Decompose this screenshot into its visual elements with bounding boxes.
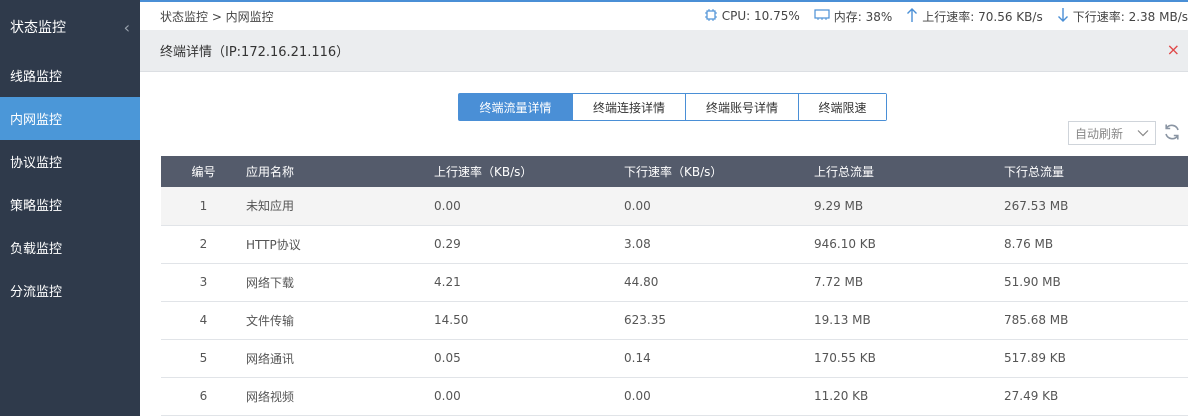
table-row: 4 文件传输 14.50 623.35 19.13 MB 785.68 MB xyxy=(161,301,1188,340)
system-stats: CPU: 10.75% 内存: 38% 上行速率: 70.56 KB/s 下行速… xyxy=(690,2,1188,30)
table-cell: 1 xyxy=(161,187,246,226)
arrow-up-icon xyxy=(906,7,918,26)
col-header-down-rate: 下行速率（KB/s） xyxy=(624,156,814,187)
table-cell: 3 xyxy=(161,263,246,302)
table-cell: 44.80 xyxy=(624,263,814,302)
sidebar-item-label: 负载监控 xyxy=(10,242,63,257)
table-cell: 网络下载 xyxy=(246,263,434,302)
auto-refresh-label: 自动刷新 xyxy=(1075,126,1124,141)
sidebar-item-line-monitor[interactable]: 线路监控 xyxy=(0,54,140,97)
table-cell: 9.29 MB xyxy=(814,187,1004,226)
table-cell: 11.20 KB xyxy=(814,377,1004,416)
arrow-down-icon xyxy=(1057,7,1069,26)
table-cell: 785.68 MB xyxy=(1004,301,1188,340)
col-header-app-name: 应用名称 xyxy=(246,156,434,187)
table-cell: 未知应用 xyxy=(246,187,434,226)
table-cell: 27.49 KB xyxy=(1004,377,1188,416)
download-stat: 下行速率: 2.38 MB/s xyxy=(1057,7,1188,26)
breadcrumb: 状态监控 > 内网监控 xyxy=(160,9,274,24)
cpu-icon xyxy=(704,8,718,25)
collapse-sidebar-icon[interactable]: ‹ xyxy=(124,18,130,37)
sidebar-item-protocol-monitor[interactable]: 协议监控 xyxy=(0,140,140,183)
page-title: 终端详情（IP:172.16.21.116） xyxy=(160,45,350,60)
table-cell: 0.14 xyxy=(624,339,814,378)
table-cell: 网络视频 xyxy=(246,377,434,416)
table-cell: 0.29 xyxy=(434,225,624,264)
detail-tabs: 终端流量详情 终端连接详情 终端账号详情 终端限速 xyxy=(458,93,887,121)
memory-icon xyxy=(814,8,830,25)
memory-text: 内存: 38% xyxy=(833,9,893,24)
sidebar-item-load-monitor[interactable]: 负载监控 xyxy=(0,226,140,269)
table-cell: 170.55 KB xyxy=(814,339,1004,378)
table-cell: 3.08 xyxy=(624,225,814,264)
table-cell: 0.00 xyxy=(624,187,814,226)
sidebar-item-lan-monitor[interactable]: 内网监控 xyxy=(0,97,140,140)
table-cell: 14.50 xyxy=(434,301,624,340)
download-text: 下行速率: 2.38 MB/s xyxy=(1072,9,1188,24)
sidebar-item-label: 线路监控 xyxy=(10,70,63,85)
tab-account-detail[interactable]: 终端账号详情 xyxy=(685,94,798,120)
memory-stat: 内存: 38% xyxy=(814,8,893,25)
traffic-table: 编号 应用名称 上行速率（KB/s） 下行速率（KB/s） 上行总流量 下行总流… xyxy=(161,156,1188,416)
tab-traffic-detail[interactable]: 终端流量详情 xyxy=(459,94,572,120)
table-row: 1 未知应用 0.00 0.00 9.29 MB 267.53 MB xyxy=(161,187,1188,226)
top-bar: 状态监控 > 内网监控 CPU: 10.75% 内存: 38% 上行速率: 70… xyxy=(140,0,1188,30)
table-cell: 517.89 KB xyxy=(1004,339,1188,378)
table-cell: 2 xyxy=(161,225,246,264)
upload-text: 上行速率: 70.56 KB/s xyxy=(922,9,1043,24)
table-cell: 6 xyxy=(161,377,246,416)
sidebar-title: 状态监控 xyxy=(10,20,66,36)
table-cell: 0.00 xyxy=(434,377,624,416)
tab-rate-limit[interactable]: 终端限速 xyxy=(798,94,886,120)
table-cell: 0.00 xyxy=(624,377,814,416)
table-cell: 7.72 MB xyxy=(814,263,1004,302)
sidebar-item-split-monitor[interactable]: 分流监控 xyxy=(0,269,140,312)
table-row: 2 HTTP协议 0.29 3.08 946.10 KB 8.76 MB xyxy=(161,225,1188,264)
chevron-down-icon xyxy=(1137,126,1149,140)
table-header-row: 编号 应用名称 上行速率（KB/s） 下行速率（KB/s） 上行总流量 下行总流… xyxy=(161,156,1188,187)
sidebar-item-policy-monitor[interactable]: 策略监控 xyxy=(0,183,140,226)
table-cell: 4 xyxy=(161,301,246,340)
table-cell: 文件传输 xyxy=(246,301,434,340)
page-header: 终端详情（IP:172.16.21.116） × xyxy=(140,30,1188,72)
table-row: 5 网络通讯 0.05 0.14 170.55 KB 517.89 KB xyxy=(161,339,1188,378)
tab-connection-detail[interactable]: 终端连接详情 xyxy=(572,94,685,120)
table-cell: 0.05 xyxy=(434,339,624,378)
main-content: 终端流量详情 终端连接详情 终端账号详情 终端限速 自动刷新 编号 应用名称 上… xyxy=(140,72,1188,416)
table-cell: 4.21 xyxy=(434,263,624,302)
col-header-index: 编号 xyxy=(161,156,246,187)
sidebar-header: 状态监控 ‹ xyxy=(0,0,140,54)
table-cell: 267.53 MB xyxy=(1004,187,1188,226)
table-cell: 5 xyxy=(161,339,246,378)
col-header-down-total: 下行总流量 xyxy=(1004,156,1188,187)
close-icon[interactable]: × xyxy=(1167,40,1180,59)
table-cell: 8.76 MB xyxy=(1004,225,1188,264)
sidebar-item-label: 分流监控 xyxy=(10,285,63,300)
table-cell: 0.00 xyxy=(434,187,624,226)
table-cell: 网络通讯 xyxy=(246,339,434,378)
table-row: 6 网络视频 0.00 0.00 11.20 KB 27.49 KB xyxy=(161,377,1188,416)
upload-stat: 上行速率: 70.56 KB/s xyxy=(906,7,1043,26)
table-cell: HTTP协议 xyxy=(246,225,434,264)
table-cell: 946.10 KB xyxy=(814,225,1004,264)
cpu-text: CPU: 10.75% xyxy=(721,9,800,23)
sidebar-item-label: 协议监控 xyxy=(10,156,63,171)
refresh-icon[interactable] xyxy=(1162,122,1182,147)
table-cell: 51.90 MB xyxy=(1004,263,1188,302)
sidebar: 状态监控 ‹ 线路监控 内网监控 协议监控 策略监控 负载监控 分流监控 xyxy=(0,0,140,416)
cpu-stat: CPU: 10.75% xyxy=(704,8,800,25)
auto-refresh-select[interactable]: 自动刷新 xyxy=(1068,121,1156,145)
sidebar-item-label: 内网监控 xyxy=(10,113,63,128)
table-cell: 19.13 MB xyxy=(814,301,1004,340)
col-header-up-rate: 上行速率（KB/s） xyxy=(434,156,624,187)
sidebar-item-label: 策略监控 xyxy=(10,199,63,214)
table-cell: 623.35 xyxy=(624,301,814,340)
col-header-up-total: 上行总流量 xyxy=(814,156,1004,187)
table-row: 3 网络下载 4.21 44.80 7.72 MB 51.90 MB xyxy=(161,263,1188,302)
